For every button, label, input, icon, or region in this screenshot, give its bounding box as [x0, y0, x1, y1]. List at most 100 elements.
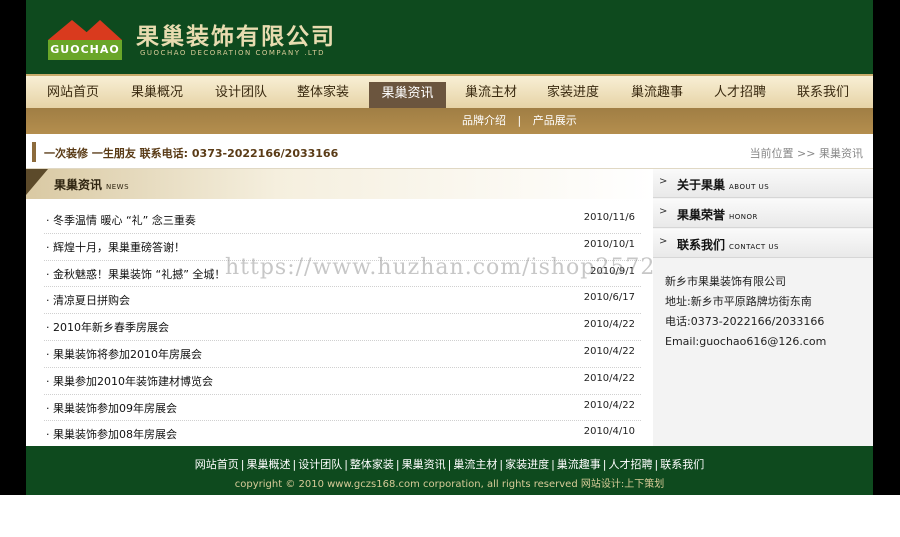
footer-link[interactable]: 巢流主材 — [453, 458, 497, 471]
copyright: copyright © 2010 www.gczs168.com corpora… — [234, 479, 665, 490]
nav-item-home[interactable]: 网站首页 — [36, 76, 110, 108]
news-item[interactable]: · 果巢装饰将参加2010年房展会 2010/4/22 — [44, 341, 641, 368]
subnav-item-products[interactable]: 产品展示 — [533, 114, 577, 127]
news-item-title[interactable]: · 金秋魅惑！果巢装饰 “礼撼” 全城！ — [46, 266, 225, 282]
footer-link[interactable]: 整体家装 — [350, 458, 394, 471]
news-item-title[interactable]: · 2010年新乡春季房展会 — [46, 319, 169, 335]
nav-item-home-decor[interactable]: 整体家装 — [286, 76, 360, 108]
news-panel: 果巢资讯 NEWS · 冬季温情 暖心 “礼” 念三重奏 2010/11/6 · 辉… — [26, 169, 653, 449]
news-item[interactable]: · 清凉夏日拼购会 2010/6/17 — [44, 287, 641, 315]
sub-nav-items: 品牌介绍 | 产品展示 — [458, 108, 581, 134]
logo[interactable]: GUOCHAO — [48, 40, 122, 60]
footer-separator: | — [551, 458, 555, 471]
sub-nav: 品牌介绍 | 产品展示 — [26, 108, 873, 134]
chevron-right-icon: > — [659, 176, 668, 187]
news-item-title[interactable]: · 果巢参加2010年装饰建材博览会 — [46, 373, 213, 389]
sidebar-label-cn: 关于果巢 — [677, 178, 726, 192]
news-title-en: NEWS — [106, 183, 130, 191]
nav-item-fun[interactable]: 巢流趣事 — [620, 76, 694, 108]
sidebar-item-label: 联系我们 CONTACT US — [677, 236, 779, 253]
sidebar-item-label: 果巢荣誉 HONOR — [677, 206, 758, 223]
news-title-cn: 果巢资讯 — [54, 178, 103, 192]
sidebar-item-about[interactable]: > 关于果巢 ABOUT US — [653, 169, 873, 198]
news-item-title[interactable]: · 辉煌十月，果巢重磅答谢！ — [46, 239, 185, 255]
nav-item-progress[interactable]: 家装进度 — [536, 76, 610, 108]
company-name: 果巢装饰有限公司 — [136, 24, 336, 50]
footer-link[interactable]: 设计团队 — [298, 458, 342, 471]
page-wrapper: GUOCHAO 果巢装饰有限公司 GUOCHAO DECORATION COMP… — [26, 0, 873, 495]
sidebar-label-en: HONOR — [729, 213, 758, 221]
footer-link[interactable]: 果巢概述 — [246, 458, 290, 471]
footer-links: 网站首页 | 果巢概述 | 设计团队 | 整体家装 | 果巢资讯 | 巢流主材 | 家装进度 | 巢流趣事 |… — [26, 456, 873, 472]
footer-separator: | — [292, 458, 297, 471]
contact-email[interactable]: Email:guochao616@126.com — [665, 332, 826, 352]
footer-link[interactable]: 家装进度 — [505, 458, 549, 471]
info-bar: 一次装修 一生朋友 联系电话: 0373-2022166/2033166 当前位… — [26, 136, 873, 169]
chevron-right-icon: > — [659, 206, 668, 217]
footer-separator: | — [602, 458, 607, 471]
nav-item-materials[interactable]: 巢流主材 — [454, 76, 528, 108]
sidebar-item-label: 关于果巢 ABOUT US — [677, 176, 769, 193]
sidebar-label-cn: 联系我们 — [677, 238, 726, 252]
footer-link[interactable]: 巢流趣事 — [557, 458, 601, 471]
news-list: · 冬季温情 暖心 “礼” 念三重奏 2010/11/6 · 辉煌十月，果巢重磅答… — [44, 207, 641, 449]
nav-item-design-team[interactable]: 设计团队 — [204, 76, 278, 108]
nav-item-jobs[interactable]: 人才招聘 — [703, 76, 777, 108]
sidebar: > 关于果巢 ABOUT US > 果巢荣誉 HONOR > 联系我们 CONTACT… — [653, 169, 873, 446]
main-nav: 网站首页 果巢概况 设计团队 整体家装 果巢资讯 巢流主材 家装进度 巢流趣事 … — [26, 74, 873, 108]
footer-link[interactable]: 网站首页 — [195, 458, 239, 471]
news-item-date: 2010/10/1 — [583, 238, 635, 250]
news-item-date: 2010/11/6 — [583, 212, 635, 223]
nav-item-contact[interactable]: 联系我们 — [786, 76, 860, 108]
news-item-title[interactable]: · 冬季温情 暖心 “礼” 念三重奏 — [46, 212, 196, 228]
news-item-date: 2010/4/22 — [583, 345, 635, 357]
sidebar-label-cn: 果巢荣誉 — [677, 208, 726, 222]
news-item[interactable]: · 果巢参加2010年装饰建材博览会 2010/4/22 — [44, 368, 641, 395]
subnav-separator: | — [517, 114, 522, 127]
news-item-date: 2010/4/22 — [583, 319, 635, 331]
nav-item-overview[interactable]: 果巢概况 — [120, 76, 194, 108]
sidebar-item-contact[interactable]: > 联系我们 CONTACT US — [653, 229, 873, 258]
contact-info: 新乡市果巢装饰有限公司 地址:新乡市平原路牌坊街东南 电话:0373-20221… — [665, 272, 826, 352]
chevron-right-icon: > — [659, 236, 668, 247]
news-item-date: 2010/4/10 — [583, 426, 635, 438]
company-name-en: GUOCHAO DECORATION COMPANY .LTD — [140, 49, 326, 57]
news-item[interactable]: · 果巢装饰参加08年房展会 2010/4/10 — [44, 421, 641, 449]
logo-roof-icon — [78, 20, 122, 40]
breadcrumb: 当前位置 >> 果巢资讯 — [749, 147, 863, 160]
contact-phone: 电话:0373-2022166/2033166 — [665, 315, 825, 328]
slogan: 一次装修 一生朋友 联系电话: 0373-2022166/2033166 — [44, 147, 339, 160]
contact-company: 新乡市果巢装饰有限公司 — [665, 275, 786, 288]
watermark: https://www.huzhan.com/ishop2572 — [225, 255, 656, 280]
sidebar-label-en: CONTACT US — [729, 243, 780, 251]
footer-separator: | — [654, 458, 659, 471]
footer-separator: | — [344, 458, 348, 471]
site-header: GUOCHAO 果巢装饰有限公司 GUOCHAO DECORATION COMP… — [26, 0, 873, 74]
news-item-title[interactable]: · 清凉夏日拼购会 — [46, 292, 130, 308]
footer-link[interactable]: 联系我们 — [660, 458, 704, 471]
news-item[interactable]: · 冬季温情 暖心 “礼” 念三重奏 2010/11/6 — [44, 207, 641, 234]
sidebar-item-honor[interactable]: > 果巢荣誉 HONOR — [653, 199, 873, 228]
contact-address: 地址:新乡市平原路牌坊街东南 — [665, 295, 812, 308]
footer-separator: | — [447, 458, 452, 471]
footer-separator: | — [395, 458, 400, 471]
news-item-title[interactable]: · 果巢装饰将参加2010年房展会 — [46, 346, 202, 362]
info-bar-marker — [32, 142, 36, 162]
news-item-date: 2010/4/22 — [583, 372, 635, 384]
site-footer: 网站首页 | 果巢概述 | 设计团队 | 整体家装 | 果巢资讯 | 巢流主材 | 家装进度 | 巢流趣事 |… — [26, 446, 873, 495]
news-item[interactable]: · 2010年新乡春季房展会 2010/4/22 — [44, 314, 641, 341]
news-item-title[interactable]: · 果巢装饰参加09年房展会 — [46, 400, 177, 416]
footer-link[interactable]: 果巢资讯 — [402, 458, 446, 471]
nav-item-news[interactable]: 果巢资讯 — [369, 82, 446, 108]
news-item[interactable]: · 果巢装饰参加09年房展会 2010/4/22 — [44, 395, 641, 422]
news-item-title[interactable]: · 果巢装饰参加08年房展会 — [46, 426, 177, 442]
subnav-item-brand[interactable]: 品牌介绍 — [462, 114, 506, 127]
footer-separator: | — [499, 458, 504, 471]
news-panel-title: 果巢资讯 NEWS — [54, 176, 129, 193]
footer-link[interactable]: 人才招聘 — [609, 458, 653, 471]
right-margin — [873, 0, 900, 495]
sidebar-label-en: ABOUT US — [729, 183, 770, 191]
logo-text: GUOCHAO — [50, 43, 120, 56]
footer-separator: | — [240, 458, 245, 471]
news-panel-header: 果巢资讯 NEWS — [26, 169, 653, 199]
